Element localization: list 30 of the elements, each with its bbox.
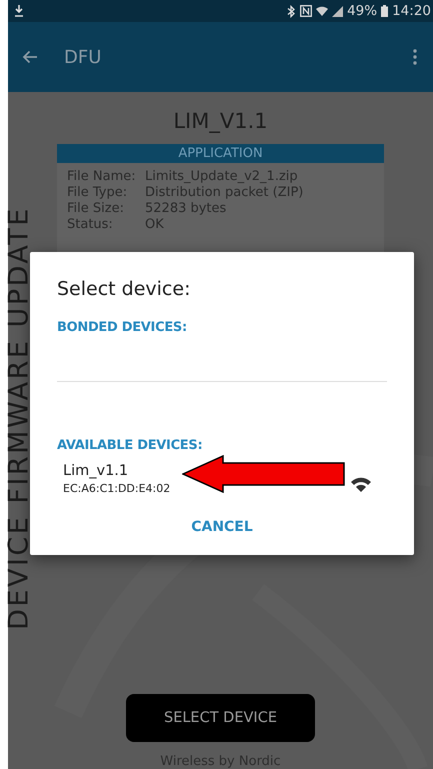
battery-percent: 49%	[347, 3, 378, 19]
device-list-item[interactable]: Lim_v1.1 EC:A6:C1:DD:E4:02	[57, 463, 387, 495]
device-name: Lim_v1.1	[63, 463, 130, 479]
info-value: OK	[145, 217, 164, 233]
battery-icon	[381, 5, 388, 17]
info-label: File Size:	[67, 201, 125, 217]
info-value: 52283 bytes	[145, 201, 226, 217]
wifi-icon	[316, 5, 328, 17]
device-address: EC:A6:C1:DD:E4:02	[63, 482, 172, 495]
clock: 14:20	[392, 3, 431, 19]
signal-icon	[332, 6, 344, 16]
info-label: File Type:	[67, 185, 128, 201]
section-heading: BONDED DEVICES:	[57, 320, 187, 335]
cancel-button[interactable]: CANCEL	[183, 515, 261, 539]
info-label: File Name:	[67, 169, 137, 185]
download-icon	[14, 5, 24, 17]
signal-strength-icon	[349, 475, 373, 493]
section-heading: AVAILABLE DEVICES:	[57, 438, 202, 453]
info-value: Limits_Update_v2_1.zip	[145, 169, 298, 185]
select-device-button[interactable]: SELECT DEVICE	[126, 694, 315, 742]
app-title: DFU	[64, 46, 102, 68]
card-header: APPLICATION	[57, 144, 384, 163]
dialog-title: Select device:	[57, 278, 192, 300]
device-title: LIM_V1.1	[173, 109, 268, 133]
menu-icon[interactable]	[413, 49, 417, 65]
back-icon[interactable]	[22, 50, 38, 64]
nfc-icon	[300, 5, 312, 17]
bluetooth-icon	[287, 4, 296, 18]
info-label: Status:	[67, 217, 114, 233]
info-value: Distribution packet (ZIP)	[145, 185, 304, 201]
